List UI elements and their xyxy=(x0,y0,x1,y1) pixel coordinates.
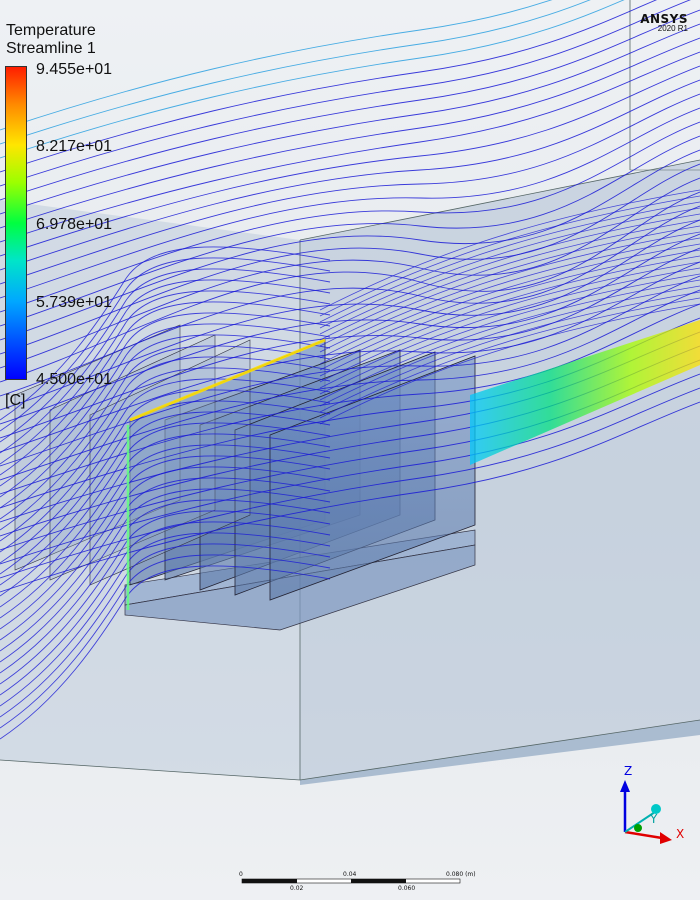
legend-subtitle: Streamline 1 xyxy=(6,40,96,57)
triad-y-label: Y xyxy=(650,812,658,826)
scale-label-0060: 0.060 xyxy=(398,885,416,892)
scale-label-0: 0 xyxy=(239,871,243,878)
legend-max-label: 9.455e+01 xyxy=(36,61,113,78)
legend-min-label: 4.500e+01 xyxy=(36,371,113,388)
streamline xyxy=(0,0,691,187)
scale-label-0080: 0.080 (m) xyxy=(446,871,476,878)
scale-bar xyxy=(241,878,461,884)
legend-colorbar xyxy=(5,66,27,380)
scale-label-004: 0.04 xyxy=(343,871,357,878)
streamline xyxy=(0,9,700,201)
3d-viewport[interactable] xyxy=(0,0,700,900)
scale-label-002: 0.02 xyxy=(290,885,304,892)
legend-label-3: 6.978e+01 xyxy=(36,216,113,233)
legend-label-2: 8.217e+01 xyxy=(36,138,113,155)
legend-title: Temperature xyxy=(6,22,96,39)
streamline xyxy=(0,0,625,159)
triad-z-label: Z xyxy=(624,764,633,778)
axis-triad[interactable] xyxy=(620,780,672,844)
legend-label-4: 5.739e+01 xyxy=(36,294,113,311)
ansys-logo: ANSYS 2020 R1 xyxy=(640,12,688,33)
triad-x-label: X xyxy=(676,827,685,841)
legend-unit: [C] xyxy=(5,392,26,409)
